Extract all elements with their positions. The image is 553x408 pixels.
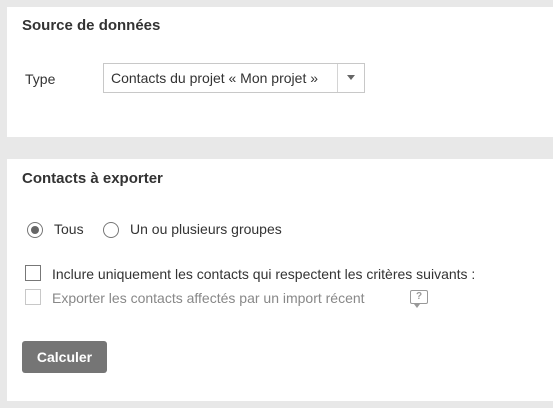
type-select-value: Contacts du projet « Mon projet » — [111, 70, 319, 86]
recent-import-checkbox — [25, 289, 41, 305]
chevron-down-icon[interactable] — [347, 75, 355, 80]
contacts-export-panel: Contacts à exporter Tous Un ou plusieurs… — [7, 159, 553, 401]
radio-groups[interactable] — [103, 222, 119, 238]
recent-import-checkbox-label: Exporter les contacts affectés par un im… — [52, 290, 365, 306]
select-divider — [337, 64, 338, 92]
help-bubble-icon[interactable]: ? — [410, 290, 428, 308]
radio-all-label[interactable]: Tous — [54, 221, 84, 237]
contacts-export-title: Contacts à exporter — [22, 170, 163, 187]
data-source-panel: Source de données Type Contacts du proje… — [7, 7, 553, 137]
criteria-checkbox-label[interactable]: Inclure uniquement les contacts qui resp… — [52, 266, 475, 282]
type-select[interactable]: Contacts du projet « Mon projet » — [103, 63, 365, 93]
criteria-checkbox[interactable] — [25, 265, 41, 281]
data-source-title: Source de données — [22, 17, 161, 34]
calculate-button[interactable]: Calculer — [22, 341, 107, 373]
type-label: Type — [25, 71, 56, 87]
radio-all[interactable] — [27, 222, 43, 238]
radio-groups-label[interactable]: Un ou plusieurs groupes — [130, 221, 282, 237]
